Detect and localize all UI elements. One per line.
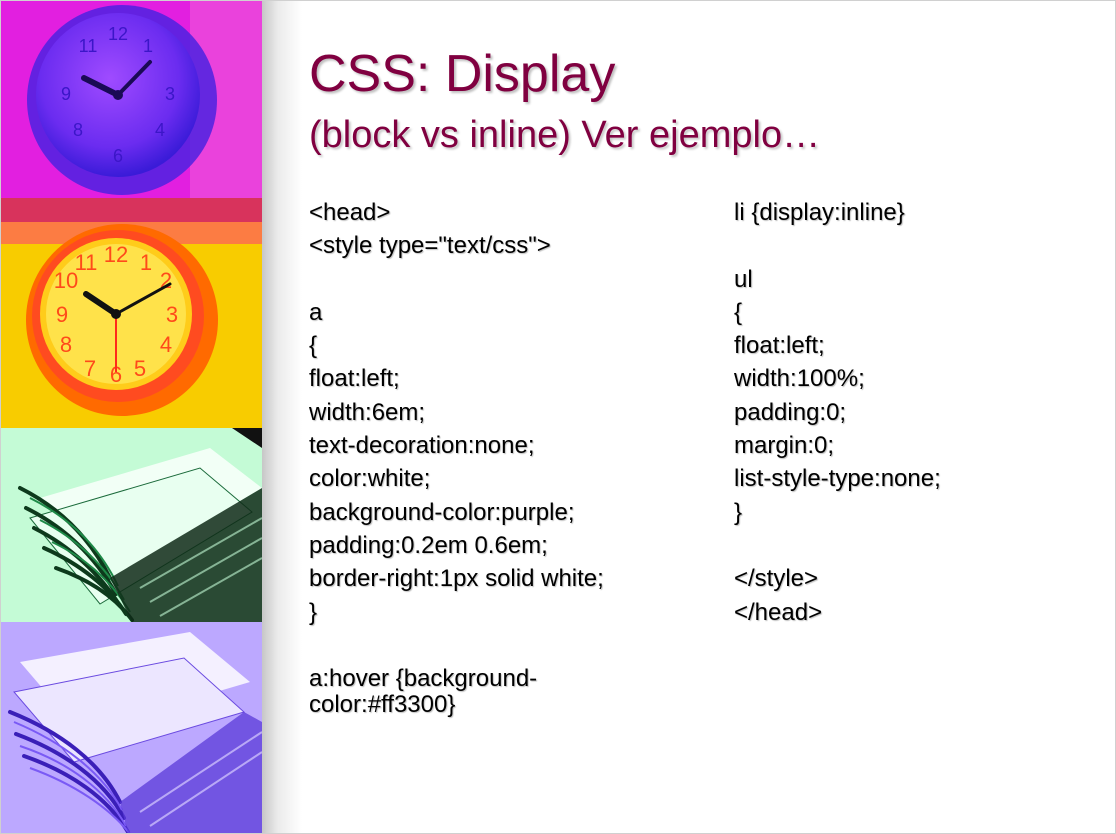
yellow-clock-panel: 12 3 6 9 1 11 4 8 5 7 10 2 [0,222,262,428]
code-line: a [309,298,323,326]
code-line: float:left; [734,332,825,360]
svg-text:8: 8 [73,120,83,140]
green-papers-panel [0,428,262,622]
code-line: } [309,598,318,626]
clock-icon: 12 3 6 9 1 11 4 8 [0,0,262,198]
code-line: <style type="text/css"> [309,232,551,260]
color-band [0,198,262,222]
code-line: { [734,298,743,326]
alarm-clock-icon: 12 3 6 9 1 11 4 8 5 7 10 2 [0,222,262,428]
papers-stack-icon [0,428,262,622]
code-line: color:#ff3300} [309,691,456,718]
svg-text:4: 4 [160,332,172,357]
slide-title: CSS: Display [309,45,616,103]
strip-shadow [262,0,302,834]
code-line: </head> [734,598,823,626]
code-line: margin:0; [734,432,835,460]
code-line: float:left; [309,365,400,393]
code-column-right: li {display:inline} ul { float:left; wid… [734,196,1094,629]
svg-text:10: 10 [54,268,78,293]
code-line: a:hover {background- [309,665,538,692]
decorative-image-strip: 12 3 6 9 1 11 4 8 12 3 6 9 1 11 4 8 5 7 … [0,0,262,834]
code-line: width:6em; [309,398,426,426]
svg-text:5: 5 [134,356,146,381]
code-line: <head> [309,199,391,226]
magenta-clock-panel: 12 3 6 9 1 11 4 8 [0,0,262,198]
slide-subtitle: (block vs inline) Ver ejemplo… [309,114,821,156]
svg-text:3: 3 [166,302,178,327]
svg-text:4: 4 [155,120,165,140]
svg-text:8: 8 [60,332,72,357]
code-line: text-decoration:none; [309,432,535,460]
svg-text:1: 1 [143,36,153,56]
hover-rule: a:hover {background- color:#ff3300} [309,666,609,718]
code-line: ul [734,265,753,293]
violet-papers-panel [0,622,262,834]
code-line: list-style-type:none; [734,465,941,493]
svg-text:9: 9 [61,84,71,104]
svg-text:11: 11 [79,36,98,56]
svg-text:9: 9 [56,302,68,327]
svg-text:7: 7 [84,356,96,381]
code-line: </style> [734,565,819,593]
svg-text:1: 1 [140,250,152,275]
code-line: li {display:inline} [734,199,905,226]
svg-text:12: 12 [108,24,128,44]
svg-text:6: 6 [113,146,123,166]
code-line: padding:0; [734,398,847,426]
svg-text:3: 3 [165,84,175,104]
code-line: background-color:purple; [309,498,575,526]
svg-text:12: 12 [104,242,128,267]
code-line: } [734,498,743,526]
slide: 12 3 6 9 1 11 4 8 12 3 6 9 1 11 4 8 5 7 … [0,0,1116,834]
code-line: width:100%; [734,365,865,393]
code-line: { [309,332,318,360]
code-line: border-right:1px solid white; [309,565,604,593]
papers-stack-icon [0,622,262,834]
code-line: padding:0.2em 0.6em; [309,531,548,559]
code-column-left: <head> <style type="text/css"> a { float… [309,196,709,629]
code-line: color:white; [309,465,431,493]
